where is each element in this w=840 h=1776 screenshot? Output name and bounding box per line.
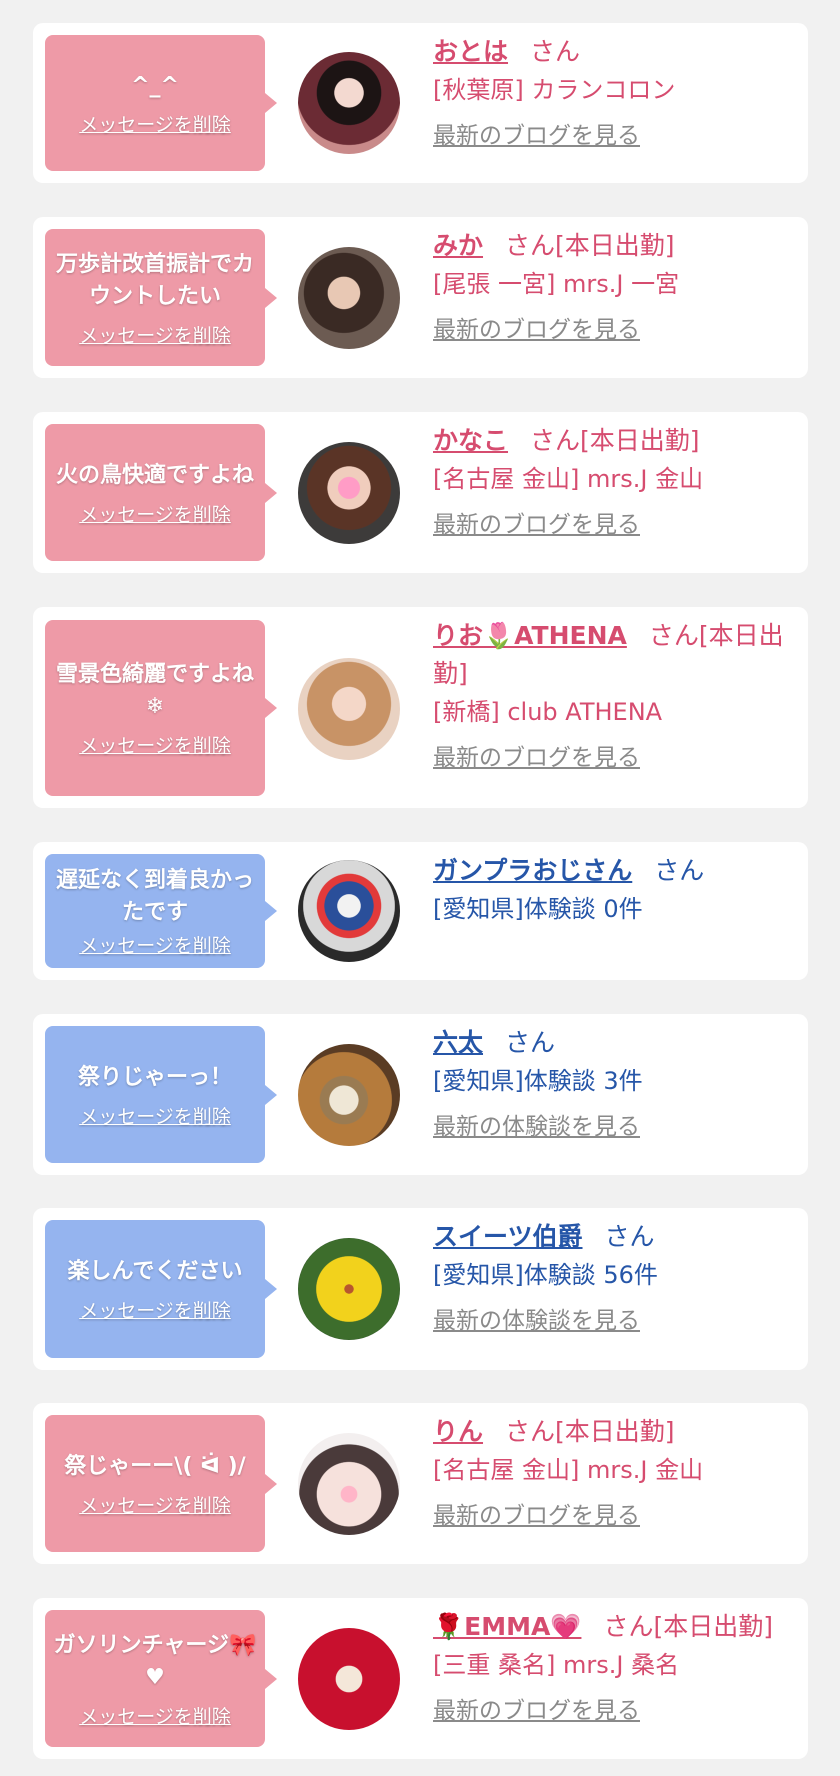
latest-blog-link[interactable]: 最新のブログを見る xyxy=(433,1696,640,1726)
profile-name-link[interactable]: りん xyxy=(433,1417,483,1446)
shop-label: [名古屋 金山] mrs.J 金山 xyxy=(433,1456,704,1484)
delete-message-link[interactable]: メッセージを削除 xyxy=(79,114,231,136)
message-text: 祭じゃーー\( ᐛ )/ xyxy=(64,1453,246,1479)
name-suffix: さん xyxy=(530,37,581,66)
latest-blog-link[interactable]: 最新のブログを見る xyxy=(433,315,640,345)
delete-message-link[interactable]: メッセージを削除 xyxy=(79,935,231,957)
message-text: ガソリンチャージ🎀♥ xyxy=(53,1632,257,1690)
avatar[interactable] xyxy=(298,442,400,544)
message-bubble: 遅延なく到着良かったです メッセージを削除 xyxy=(45,854,277,968)
profile-name-link[interactable]: かなこ xyxy=(433,426,508,455)
list-item: ガソリンチャージ🎀♥ メッセージを削除 🌹EMMA💗 さん[本日出勤] [三重 桑… xyxy=(33,1598,808,1759)
delete-message-link[interactable]: メッセージを削除 xyxy=(79,1106,231,1128)
profile-name-link[interactable]: みか xyxy=(433,231,483,260)
review-count-label: [愛知県]体験談 56件 xyxy=(433,1261,658,1289)
latest-blog-link[interactable]: 最新のブログを見る xyxy=(433,121,640,151)
message-bubble: 火の鳥快適ですよね メッセージを削除 xyxy=(45,424,277,561)
name-suffix: さん xyxy=(505,1028,556,1057)
name-suffix: さん xyxy=(604,1222,655,1251)
message-text: 万歩計改首振計でカウントしたい xyxy=(55,251,254,309)
list-item: 祭じゃーー\( ᐛ )/ メッセージを削除 りん さん[本日出勤] [名古屋 金山… xyxy=(33,1403,808,1564)
list-item: 祭りじゃーっ！ メッセージを削除 六太 さん [愛知県]体験談 3件 最新の体験談… xyxy=(33,1014,808,1175)
message-text: ^_^ xyxy=(131,73,179,98)
shop-label: [三重 桑名] mrs.J 桑名 xyxy=(433,1651,680,1679)
latest-review-link[interactable]: 最新の体験談を見る xyxy=(433,1112,640,1142)
avatar[interactable] xyxy=(298,658,400,760)
delete-message-link[interactable]: メッセージを削除 xyxy=(79,1706,231,1728)
profile-name-link[interactable]: スイーツ伯爵 xyxy=(433,1222,583,1251)
list-item: ^_^ メッセージを削除 おとは さん [秋葉原] カランコロン 最新のブログを見… xyxy=(33,23,808,183)
delete-message-link[interactable]: メッセージを削除 xyxy=(79,1495,231,1517)
message-bubble: 祭りじゃーっ！ メッセージを削除 xyxy=(45,1026,277,1163)
message-bubble: 雪景色綺麗ですよね❄ メッセージを削除 xyxy=(45,620,277,796)
list-item: 火の鳥快適ですよね メッセージを削除 かなこ さん[本日出勤] [名古屋 金山] … xyxy=(33,412,808,573)
avatar[interactable] xyxy=(298,1628,400,1730)
avatar[interactable] xyxy=(298,860,400,962)
delete-message-link[interactable]: メッセージを削除 xyxy=(79,325,231,347)
delete-message-link[interactable]: メッセージを削除 xyxy=(79,504,231,526)
delete-message-link[interactable]: メッセージを削除 xyxy=(79,1300,231,1322)
message-text: 楽しんでください xyxy=(67,1259,243,1284)
profile-name-link[interactable]: おとは xyxy=(433,37,508,66)
review-count-label: [愛知県]体験談 0件 xyxy=(433,895,643,923)
message-bubble: 楽しんでください メッセージを削除 xyxy=(45,1220,277,1358)
list-item: 遅延なく到着良かったです メッセージを削除 ガンプラおじさん さん [愛知県]体験… xyxy=(33,842,808,980)
message-text: 火の鳥快適ですよね xyxy=(55,462,254,488)
message-bubble: 祭じゃーー\( ᐛ )/ メッセージを削除 xyxy=(45,1415,277,1552)
profile-name-link[interactable]: りお🌷ATHENA xyxy=(433,621,627,650)
shop-label: [新橋] club ATHENA xyxy=(433,698,663,726)
review-count-label: [愛知県]体験談 3件 xyxy=(433,1067,643,1095)
avatar[interactable] xyxy=(298,1044,400,1146)
delete-message-link[interactable]: メッセージを削除 xyxy=(79,735,231,757)
message-text: 遅延なく到着良かったです xyxy=(55,868,254,925)
profile-name-link[interactable]: 六太 xyxy=(433,1028,483,1057)
name-suffix: さん[本日出勤] xyxy=(603,1612,773,1641)
profile-name-link[interactable]: ガンプラおじさん xyxy=(433,856,632,885)
latest-blog-link[interactable]: 最新のブログを見る xyxy=(433,743,640,773)
name-suffix: さん[本日出勤] xyxy=(530,426,700,455)
latest-review-link[interactable]: 最新の体験談を見る xyxy=(433,1306,640,1336)
avatar[interactable] xyxy=(298,247,400,349)
message-text: 祭りじゃーっ！ xyxy=(77,1064,232,1090)
message-bubble: ガソリンチャージ🎀♥ メッセージを削除 xyxy=(45,1610,277,1747)
message-bubble: ^_^ メッセージを削除 xyxy=(45,35,277,171)
message-text: 雪景色綺麗ですよね❄ xyxy=(55,662,254,719)
shop-label: [秋葉原] カランコロン xyxy=(433,76,676,104)
shop-label: [名古屋 金山] mrs.J 金山 xyxy=(433,465,704,493)
avatar[interactable] xyxy=(298,52,400,154)
avatar[interactable] xyxy=(298,1238,400,1340)
list-item: 雪景色綺麗ですよね❄ メッセージを削除 りお🌷ATHENA さん[本日出勤] [新… xyxy=(33,607,808,808)
message-bubble: 万歩計改首振計でカウントしたい メッセージを削除 xyxy=(45,229,277,366)
list-item: 楽しんでください メッセージを削除 スイーツ伯爵 さん [愛知県]体験談 56件 … xyxy=(33,1208,808,1370)
list-item: 万歩計改首振計でカウントしたい メッセージを削除 みか さん[本日出勤] [尾張 … xyxy=(33,217,808,378)
shop-label: [尾張 一宮] mrs.J 一宮 xyxy=(433,270,680,298)
message-list: ^_^ メッセージを削除 おとは さん [秋葉原] カランコロン 最新のブログを見… xyxy=(0,0,840,1776)
name-suffix: さん[本日出勤] xyxy=(505,231,675,260)
name-suffix: さん[本日出勤] xyxy=(505,1417,675,1446)
profile-name-link[interactable]: 🌹EMMA💗 xyxy=(433,1612,581,1641)
name-suffix: さん xyxy=(654,856,705,885)
latest-blog-link[interactable]: 最新のブログを見る xyxy=(433,1501,640,1531)
avatar[interactable] xyxy=(298,1433,400,1535)
latest-blog-link[interactable]: 最新のブログを見る xyxy=(433,510,640,540)
